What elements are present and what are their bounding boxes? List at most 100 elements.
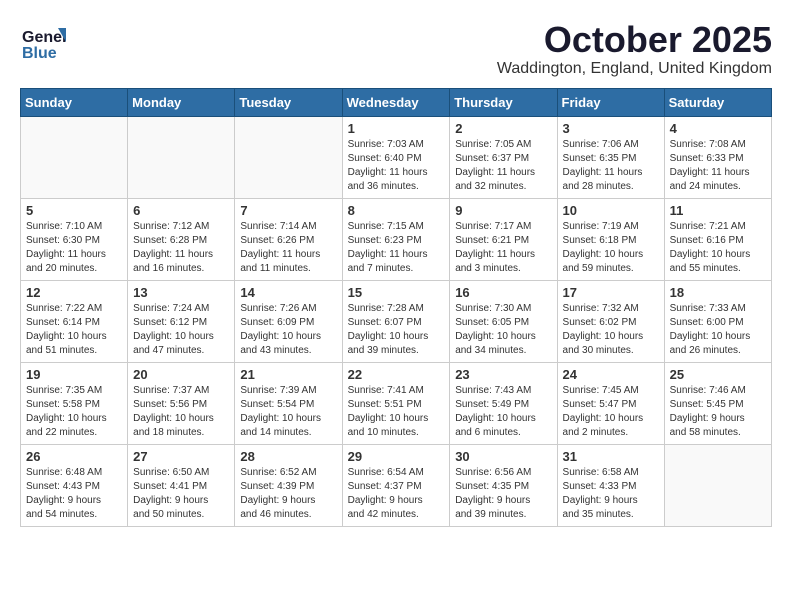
day-info: Sunrise: 7:33 AM Sunset: 6:00 PM Dayligh…	[670, 302, 766, 358]
calendar-cell: 14 Sunrise: 7:26 AM Sunset: 6:09 PM Dayli…	[235, 280, 342, 362]
calendar-cell: 1Sunrise: 7:03 AM Sunset: 6:40 PM Daylig…	[342, 116, 450, 198]
day-info: Sunrise: 7:22 AM Sunset: 6:14 PM Dayligh…	[26, 302, 122, 358]
day-info: Sunrise: 7:45 AM Sunset: 5:47 PM Dayligh…	[563, 384, 659, 440]
day-number: 27	[133, 449, 229, 464]
day-number: 25	[670, 367, 766, 382]
day-number: 3	[563, 121, 659, 136]
day-number: 13	[133, 285, 229, 300]
day-info: Sunrise: 6:50 AM Sunset: 4:41 PM Dayligh…	[133, 466, 229, 522]
calendar-week-row: 1Sunrise: 7:03 AM Sunset: 6:40 PM Daylig…	[21, 116, 772, 198]
day-info: Sunrise: 6:56 AM Sunset: 4:35 PM Dayligh…	[455, 466, 551, 522]
day-info: Sunrise: 7:32 AM Sunset: 6:02 PM Dayligh…	[563, 302, 659, 358]
calendar-cell: 21 Sunrise: 7:39 AM Sunset: 5:54 PM Dayli…	[235, 362, 342, 444]
day-info: Sunrise: 7:12 AM Sunset: 6:28 PM Dayligh…	[133, 220, 229, 276]
calendar-cell: 6 Sunrise: 7:12 AM Sunset: 6:28 PM Daylig…	[128, 198, 235, 280]
day-number: 9	[455, 203, 551, 218]
calendar-cell: 13 Sunrise: 7:24 AM Sunset: 6:12 PM Dayli…	[128, 280, 235, 362]
day-info: Sunrise: 7:39 AM Sunset: 5:54 PM Dayligh…	[240, 384, 336, 440]
day-number: 10	[563, 203, 659, 218]
calendar-cell: 15 Sunrise: 7:28 AM Sunset: 6:07 PM Dayli…	[342, 280, 450, 362]
calendar-cell: 25 Sunrise: 7:46 AM Sunset: 5:45 PM Dayli…	[664, 362, 771, 444]
calendar-cell: 18 Sunrise: 7:33 AM Sunset: 6:00 PM Dayli…	[664, 280, 771, 362]
calendar-cell: 28 Sunrise: 6:52 AM Sunset: 4:39 PM Dayli…	[235, 444, 342, 526]
calendar-week-row: 12Sunrise: 7:22 AM Sunset: 6:14 PM Dayli…	[21, 280, 772, 362]
calendar-cell: 27 Sunrise: 6:50 AM Sunset: 4:41 PM Dayli…	[128, 444, 235, 526]
calendar-header-row: SundayMondayTuesdayWednesdayThursdayFrid…	[21, 88, 772, 116]
logo: General Blue	[20, 20, 72, 71]
day-header-tuesday: Tuesday	[235, 88, 342, 116]
day-header-thursday: Thursday	[450, 88, 557, 116]
day-number: 23	[455, 367, 551, 382]
month-title: October 2025	[497, 20, 772, 60]
day-info: Sunrise: 7:35 AM Sunset: 5:58 PM Dayligh…	[26, 384, 122, 440]
day-info: Sunrise: 7:30 AM Sunset: 6:05 PM Dayligh…	[455, 302, 551, 358]
calendar-cell: 16Sunrise: 7:30 AM Sunset: 6:05 PM Dayli…	[450, 280, 557, 362]
calendar-cell: 31 Sunrise: 6:58 AM Sunset: 4:33 PM Dayli…	[557, 444, 664, 526]
calendar-cell: 19 Sunrise: 7:35 AM Sunset: 5:58 PM Dayli…	[21, 362, 128, 444]
day-number: 21	[240, 367, 336, 382]
day-info: Sunrise: 7:28 AM Sunset: 6:07 PM Dayligh…	[348, 302, 445, 358]
calendar-cell	[664, 444, 771, 526]
day-number: 29	[348, 449, 445, 464]
day-info: Sunrise: 6:58 AM Sunset: 4:33 PM Dayligh…	[563, 466, 659, 522]
calendar-cell	[21, 116, 128, 198]
calendar-week-row: 5 Sunrise: 7:10 AM Sunset: 6:30 PM Daylig…	[21, 198, 772, 280]
day-number: 31	[563, 449, 659, 464]
title-block: October 2025 Waddington, England, United…	[497, 20, 772, 78]
day-info: Sunrise: 7:19 AM Sunset: 6:18 PM Dayligh…	[563, 220, 659, 276]
calendar-cell: 22Sunrise: 7:41 AM Sunset: 5:51 PM Dayli…	[342, 362, 450, 444]
day-info: Sunrise: 6:52 AM Sunset: 4:39 PM Dayligh…	[240, 466, 336, 522]
day-info: Sunrise: 7:46 AM Sunset: 5:45 PM Dayligh…	[670, 384, 766, 440]
calendar-cell: 3 Sunrise: 7:06 AM Sunset: 6:35 PM Daylig…	[557, 116, 664, 198]
day-number: 19	[26, 367, 122, 382]
day-info: Sunrise: 7:43 AM Sunset: 5:49 PM Dayligh…	[455, 384, 551, 440]
day-number: 2	[455, 121, 551, 136]
calendar-cell: 30 Sunrise: 6:56 AM Sunset: 4:35 PM Dayli…	[450, 444, 557, 526]
calendar-cell: 9 Sunrise: 7:17 AM Sunset: 6:21 PM Daylig…	[450, 198, 557, 280]
day-number: 28	[240, 449, 336, 464]
calendar-cell: 24Sunrise: 7:45 AM Sunset: 5:47 PM Dayli…	[557, 362, 664, 444]
day-info: Sunrise: 7:26 AM Sunset: 6:09 PM Dayligh…	[240, 302, 336, 358]
calendar-cell: 20Sunrise: 7:37 AM Sunset: 5:56 PM Dayli…	[128, 362, 235, 444]
calendar-cell: 10 Sunrise: 7:19 AM Sunset: 6:18 PM Dayli…	[557, 198, 664, 280]
calendar-cell	[235, 116, 342, 198]
day-number: 30	[455, 449, 551, 464]
day-number: 18	[670, 285, 766, 300]
calendar-week-row: 19 Sunrise: 7:35 AM Sunset: 5:58 PM Dayli…	[21, 362, 772, 444]
calendar-cell: 12Sunrise: 7:22 AM Sunset: 6:14 PM Dayli…	[21, 280, 128, 362]
calendar-cell: 26Sunrise: 6:48 AM Sunset: 4:43 PM Dayli…	[21, 444, 128, 526]
calendar-cell: 2Sunrise: 7:05 AM Sunset: 6:37 PM Daylig…	[450, 116, 557, 198]
calendar-cell: 17 Sunrise: 7:32 AM Sunset: 6:02 PM Dayli…	[557, 280, 664, 362]
day-info: Sunrise: 7:24 AM Sunset: 6:12 PM Dayligh…	[133, 302, 229, 358]
calendar-cell	[128, 116, 235, 198]
day-number: 14	[240, 285, 336, 300]
calendar-cell: 11Sunrise: 7:21 AM Sunset: 6:16 PM Dayli…	[664, 198, 771, 280]
day-info: Sunrise: 7:06 AM Sunset: 6:35 PM Dayligh…	[563, 138, 659, 194]
day-number: 22	[348, 367, 445, 382]
day-info: Sunrise: 7:03 AM Sunset: 6:40 PM Dayligh…	[348, 138, 445, 194]
day-info: Sunrise: 7:10 AM Sunset: 6:30 PM Dayligh…	[26, 220, 122, 276]
day-number: 17	[563, 285, 659, 300]
day-number: 4	[670, 121, 766, 136]
day-header-saturday: Saturday	[664, 88, 771, 116]
day-number: 15	[348, 285, 445, 300]
day-header-sunday: Sunday	[21, 88, 128, 116]
day-info: Sunrise: 7:08 AM Sunset: 6:33 PM Dayligh…	[670, 138, 766, 194]
day-number: 26	[26, 449, 122, 464]
day-info: Sunrise: 7:37 AM Sunset: 5:56 PM Dayligh…	[133, 384, 229, 440]
calendar-week-row: 26Sunrise: 6:48 AM Sunset: 4:43 PM Dayli…	[21, 444, 772, 526]
day-header-wednesday: Wednesday	[342, 88, 450, 116]
day-info: Sunrise: 7:17 AM Sunset: 6:21 PM Dayligh…	[455, 220, 551, 276]
svg-text:General: General	[22, 29, 66, 46]
day-number: 8	[348, 203, 445, 218]
calendar-table: SundayMondayTuesdayWednesdayThursdayFrid…	[20, 88, 772, 527]
day-info: Sunrise: 7:21 AM Sunset: 6:16 PM Dayligh…	[670, 220, 766, 276]
day-number: 5	[26, 203, 122, 218]
day-info: Sunrise: 7:14 AM Sunset: 6:26 PM Dayligh…	[240, 220, 336, 276]
day-number: 6	[133, 203, 229, 218]
svg-text:Blue: Blue	[22, 45, 57, 62]
day-info: Sunrise: 7:15 AM Sunset: 6:23 PM Dayligh…	[348, 220, 445, 276]
calendar-cell: 4 Sunrise: 7:08 AM Sunset: 6:33 PM Daylig…	[664, 116, 771, 198]
day-number: 7	[240, 203, 336, 218]
calendar-cell: 29Sunrise: 6:54 AM Sunset: 4:37 PM Dayli…	[342, 444, 450, 526]
